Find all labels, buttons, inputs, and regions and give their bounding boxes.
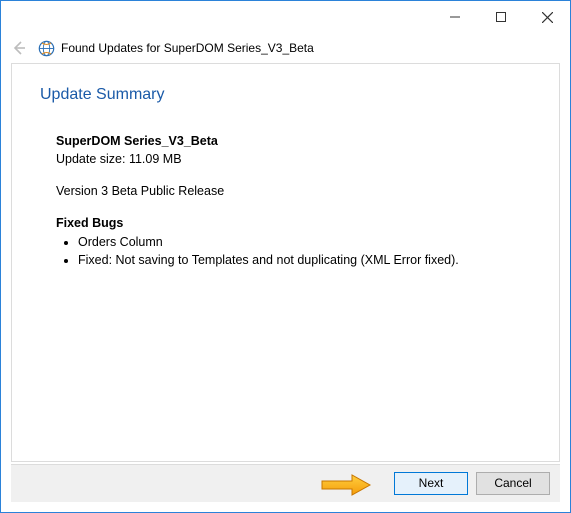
list-item: Fixed: Not saving to Templates and not d… <box>78 251 531 269</box>
update-size: Update size: 11.09 MB <box>56 150 531 168</box>
body-area: SuperDOM Series_V3_Beta Update size: 11.… <box>40 132 531 269</box>
product-name: SuperDOM Series_V3_Beta <box>56 132 531 150</box>
bugs-heading: Fixed Bugs <box>56 214 531 232</box>
back-button[interactable] <box>7 36 31 60</box>
cancel-button[interactable]: Cancel <box>476 472 550 495</box>
header-row: Found Updates for SuperDOM Series_V3_Bet… <box>1 33 570 63</box>
footer: Next Cancel <box>11 464 560 502</box>
next-button[interactable]: Next <box>394 472 468 495</box>
close-button[interactable] <box>524 1 570 33</box>
page-heading: Update Summary <box>40 86 531 104</box>
content-pane: Update Summary SuperDOM Series_V3_Beta U… <box>11 63 560 462</box>
list-item: Orders Column <box>78 233 531 251</box>
release-line: Version 3 Beta Public Release <box>56 182 531 200</box>
minimize-button[interactable] <box>432 1 478 33</box>
maximize-button[interactable] <box>478 1 524 33</box>
titlebar <box>1 1 570 33</box>
window-title: Found Updates for SuperDOM Series_V3_Bet… <box>61 41 314 55</box>
bugs-list: Orders Column Fixed: Not saving to Templ… <box>56 233 531 269</box>
app-icon <box>37 39 55 57</box>
